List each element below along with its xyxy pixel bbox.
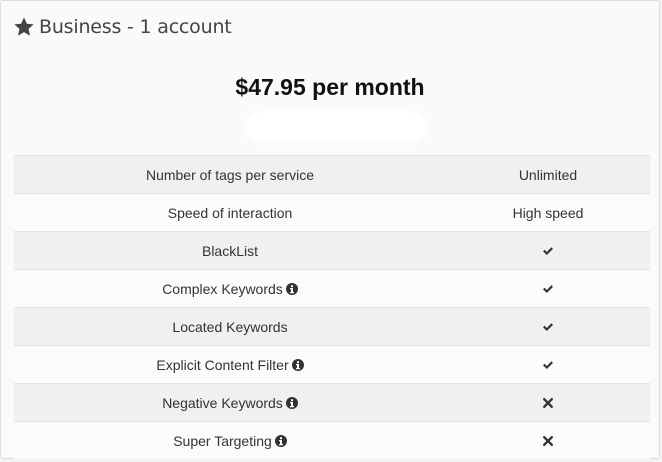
feature-row: Located Keywords [14, 307, 650, 346]
feature-name: BlackList [201, 242, 259, 259]
feature-name-cell: BlackList [14, 231, 446, 270]
check-icon [543, 284, 553, 293]
feature-name: Negative Keywords [162, 394, 283, 411]
feature-name: Located Keywords [172, 318, 288, 335]
feature-value: Unlimited [518, 166, 578, 183]
feature-row: Explicit Content Filter [14, 345, 650, 384]
feature-value-cell [446, 307, 650, 346]
check-icon [543, 246, 553, 255]
feature-value-cell [446, 231, 650, 270]
feature-name-cell: Speed of interaction [14, 193, 446, 232]
feature-value-cell [446, 345, 650, 384]
card-header: Business - 1 account [13, 13, 232, 41]
info-icon [291, 358, 304, 371]
feature-name-cell: Explicit Content Filter [14, 345, 446, 384]
feature-name: Speed of interaction [167, 204, 293, 221]
feature-value-cell: Unlimited [446, 155, 650, 194]
check-icon [543, 360, 553, 369]
card-title: Business - 1 account [39, 16, 232, 38]
feature-value-cell: High speed [446, 193, 650, 232]
cross-icon [543, 397, 553, 408]
feature-row: Number of tags per service Unlimited [14, 155, 650, 194]
feature-value-cell [446, 269, 650, 308]
feature-value-cell [446, 421, 650, 459]
info-icon [285, 282, 298, 295]
plan-card: Business - 1 account $47.95 per month Nu… [0, 0, 660, 459]
feature-name-cell: Complex Keywords [14, 269, 446, 308]
check-icon [543, 322, 553, 331]
obscured-area [245, 111, 427, 143]
feature-name-cell: Number of tags per service [14, 155, 446, 194]
feature-name-cell: Located Keywords [14, 307, 446, 346]
features-table: Number of tags per service Unlimited Speed… [14, 155, 650, 459]
feature-row: Speed of interaction High speed [14, 193, 650, 232]
feature-name-cell: Super Targeting [14, 421, 446, 459]
feature-row: Super Targeting [14, 421, 650, 459]
feature-name-cell: Negative Keywords [14, 383, 446, 422]
feature-value: High speed [512, 204, 584, 221]
star-icon [14, 17, 34, 36]
feature-name: Explicit Content Filter [156, 356, 289, 373]
feature-row: BlackList [14, 231, 650, 270]
info-icon [274, 434, 287, 447]
price-label: $47.95 per month [235, 74, 425, 100]
cross-icon [543, 435, 553, 446]
feature-name: Super Targeting [173, 432, 272, 449]
info-icon [285, 396, 298, 409]
feature-value-cell [446, 383, 650, 422]
feature-name: Number of tags per service [145, 166, 315, 183]
feature-row: Negative Keywords [14, 383, 650, 422]
feature-row: Complex Keywords [14, 269, 650, 308]
feature-name: Complex Keywords [162, 280, 283, 297]
